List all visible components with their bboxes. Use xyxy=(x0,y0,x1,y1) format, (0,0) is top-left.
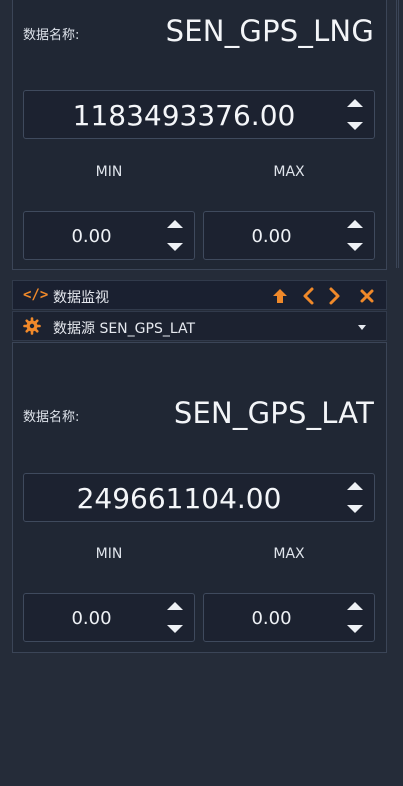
chevron-down-icon[interactable] xyxy=(358,325,366,330)
max-decrement-icon[interactable] xyxy=(347,243,363,251)
max-increment-icon[interactable] xyxy=(347,220,363,228)
increment-icon[interactable] xyxy=(347,99,363,107)
gear-icon xyxy=(23,317,41,335)
decrement-icon[interactable] xyxy=(347,505,363,513)
prev-button[interactable] xyxy=(301,286,317,306)
min-spinbox[interactable]: 0.00 xyxy=(23,211,195,260)
data-name-label: 数据名称: xyxy=(23,28,80,43)
move-up-button[interactable] xyxy=(271,286,289,306)
max-value-text: 0.00 xyxy=(251,608,292,629)
min-decrement-icon[interactable] xyxy=(167,625,183,633)
min-increment-icon[interactable] xyxy=(167,602,183,610)
data-source-select[interactable]: 数据源 SEN_GPS_LAT xyxy=(12,311,387,341)
min-spinbox[interactable]: 0.00 xyxy=(23,593,195,642)
max-spinbox[interactable]: 0.00 xyxy=(203,211,375,260)
neighbor-panel-edge xyxy=(396,0,399,268)
monitor-title: 数据监视 xyxy=(53,290,109,306)
max-label: MAX xyxy=(273,546,305,562)
max-increment-icon[interactable] xyxy=(347,602,363,610)
chevron-left-icon xyxy=(303,287,314,305)
max-label: MAX xyxy=(273,164,305,180)
monitor-header: </> 数据监视 xyxy=(12,280,387,310)
data-name-value: SEN_GPS_LAT xyxy=(173,396,374,430)
increment-icon[interactable] xyxy=(347,482,363,490)
min-label: MIN xyxy=(95,546,123,562)
value-text: 1183493376.00 xyxy=(72,99,296,132)
value-spinbox[interactable]: 1183493376.00 xyxy=(23,90,375,139)
close-button[interactable] xyxy=(359,287,375,305)
data-name-label: 数据名称: xyxy=(23,410,80,425)
max-value-text: 0.00 xyxy=(251,226,292,247)
data-source-label: 数据源 SEN_GPS_LAT xyxy=(53,321,195,337)
min-decrement-icon[interactable] xyxy=(167,243,183,251)
value-text: 249661104.00 xyxy=(76,482,282,515)
code-icon: </> xyxy=(23,287,49,303)
value-spinbox[interactable]: 249661104.00 xyxy=(23,473,375,522)
max-decrement-icon[interactable] xyxy=(347,625,363,633)
min-value-text: 0.00 xyxy=(71,226,112,247)
arrow-up-icon xyxy=(273,289,287,303)
min-label: MIN xyxy=(95,164,123,180)
close-icon xyxy=(360,289,374,303)
max-spinbox[interactable]: 0.00 xyxy=(203,593,375,642)
chevron-right-icon xyxy=(329,287,340,305)
min-value-text: 0.00 xyxy=(71,608,112,629)
min-increment-icon[interactable] xyxy=(167,220,183,228)
data-name-value: SEN_GPS_LNG xyxy=(165,14,374,48)
next-button[interactable] xyxy=(326,286,342,306)
decrement-icon[interactable] xyxy=(347,122,363,130)
settings-button[interactable] xyxy=(23,317,41,335)
